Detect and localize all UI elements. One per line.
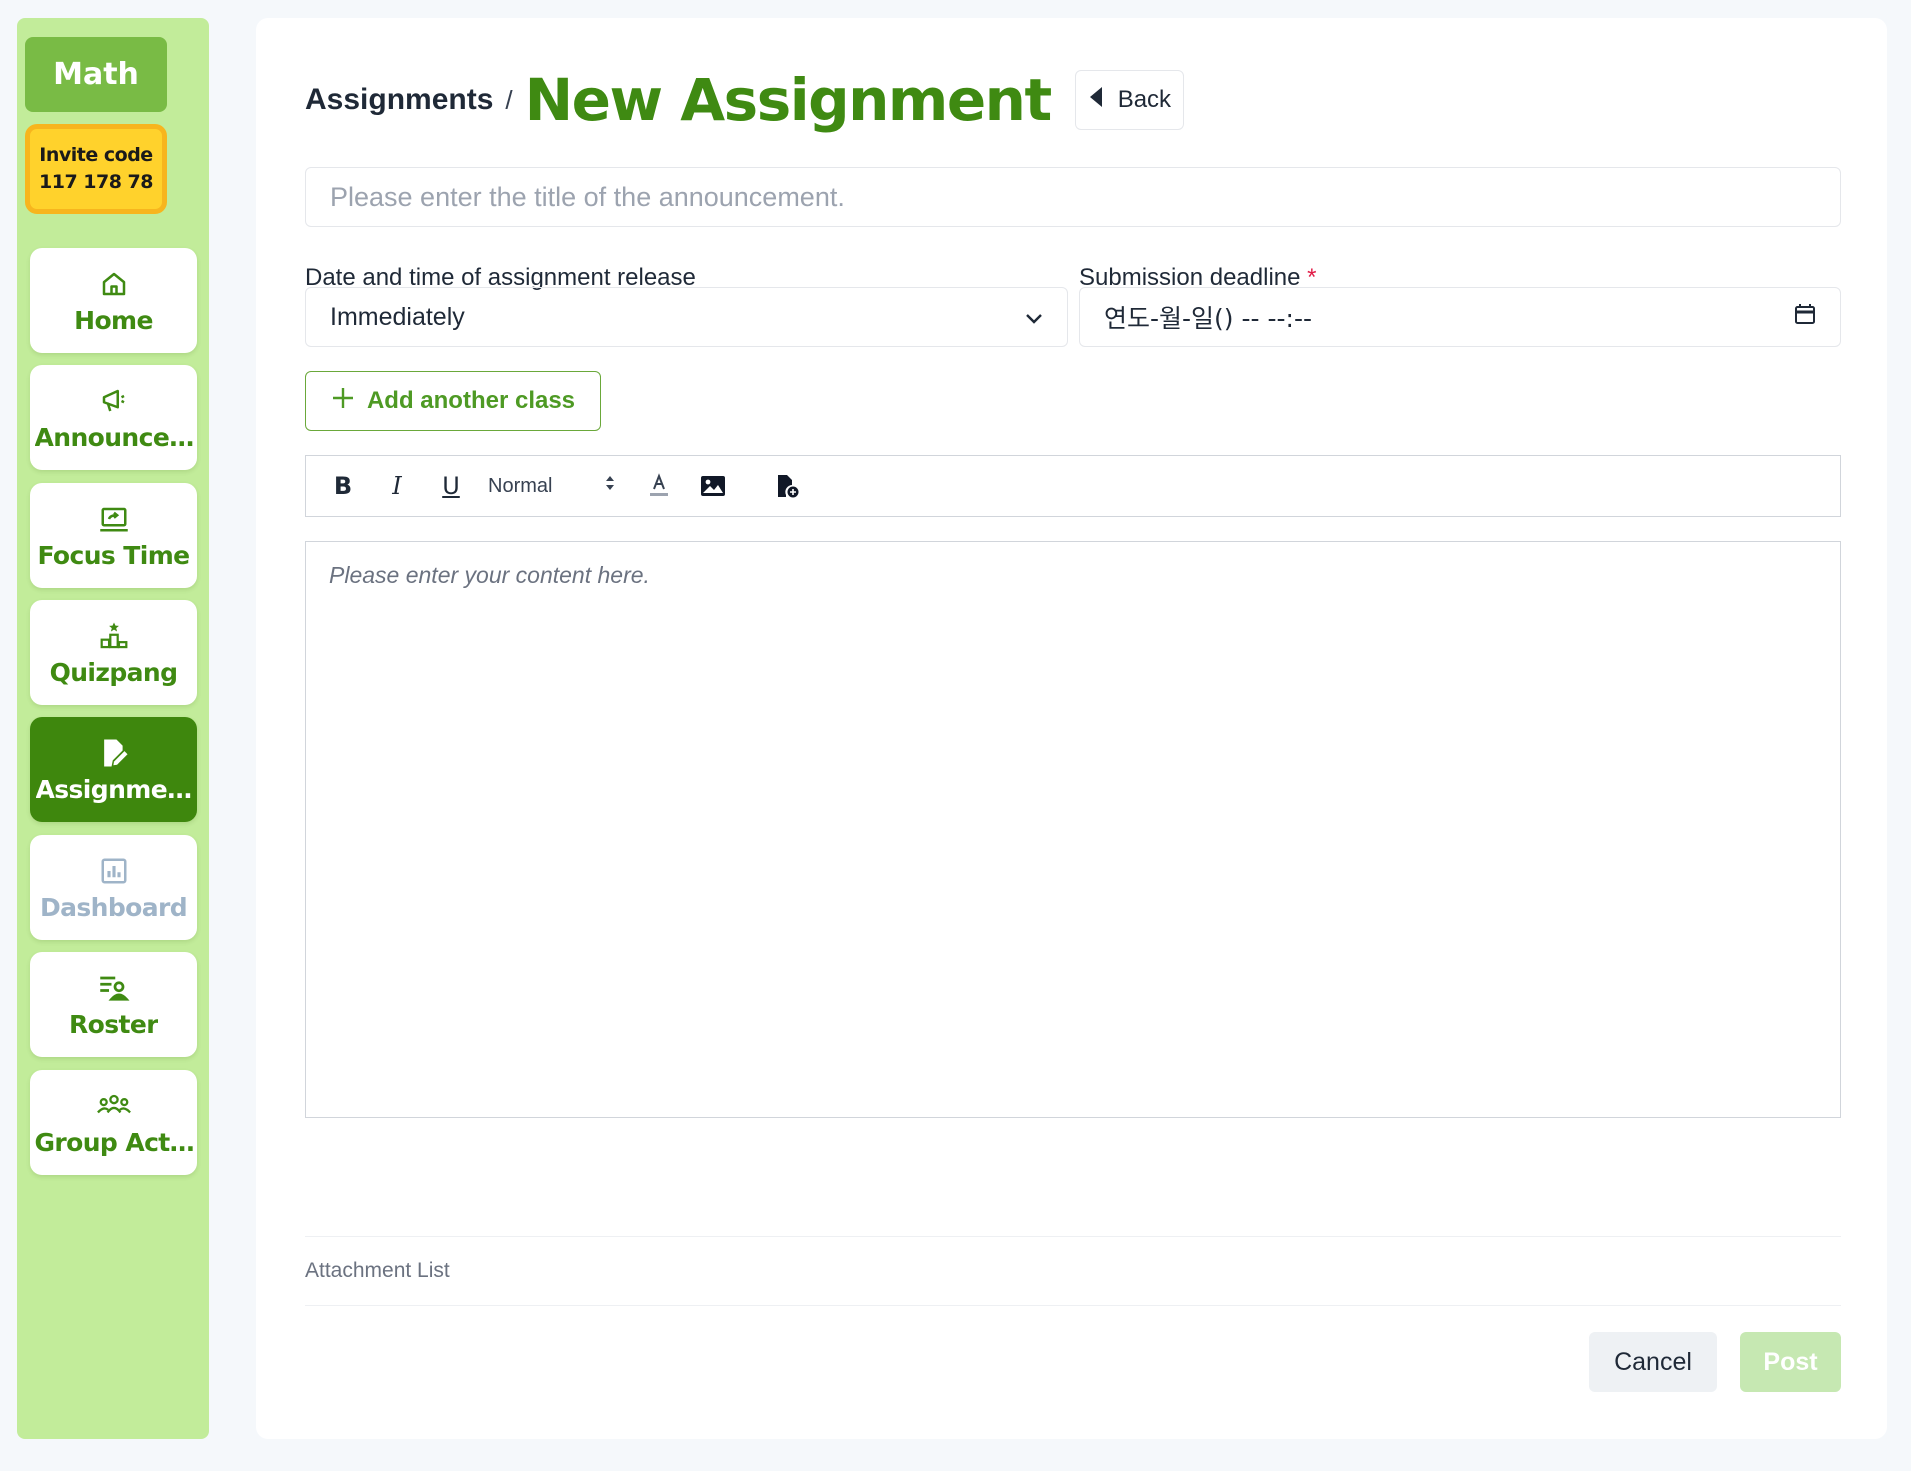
sidebar-item-label: Assignme… [35, 775, 192, 804]
add-another-class-button[interactable]: Add another class [305, 371, 601, 431]
invite-code-label: Invite code [39, 144, 153, 167]
sidebar-item-assignments[interactable]: Assignme… [30, 717, 197, 822]
class-name-badge[interactable]: Math [25, 37, 167, 112]
back-button[interactable]: Back [1074, 70, 1185, 130]
main-panel: Assignments / New Assignment Back Date a… [256, 18, 1887, 1439]
breadcrumb-assignments[interactable]: Assignments [305, 83, 493, 117]
title-input[interactable] [305, 167, 1841, 227]
home-icon [99, 266, 129, 302]
megaphone-icon [98, 383, 130, 419]
content-placeholder: Please enter your content here. [329, 562, 650, 588]
sidebar-item-label: Home [74, 306, 153, 335]
deadline-datetime-input[interactable]: 연도-월-일() -- --:-- [1079, 287, 1841, 347]
calendar-icon[interactable] [1794, 303, 1816, 332]
sidebar-item-dashboard[interactable]: Dashboard [30, 835, 197, 940]
bar-chart-icon [99, 853, 129, 889]
chevron-down-icon [1025, 303, 1043, 332]
up-down-arrows-icon [604, 474, 616, 498]
invite-code-value: 117 178 78 [39, 171, 154, 193]
text-format-value: Normal [488, 474, 553, 497]
image-icon[interactable] [696, 469, 730, 503]
add-another-class-label: Add another class [366, 387, 576, 414]
attachment-list: Attachment List [305, 1236, 1841, 1306]
sidebar-item-label: Roster [69, 1010, 158, 1039]
text-color-icon[interactable] [642, 469, 676, 503]
post-button[interactable]: Post [1740, 1332, 1841, 1392]
sidebar-item-quizpang[interactable]: Quizpang [30, 600, 197, 705]
bold-button[interactable]: B [326, 469, 360, 503]
podium-icon [97, 618, 131, 654]
page-title: New Assignment [524, 66, 1053, 134]
release-select-value: Immediately [330, 302, 465, 331]
sidebar-item-label: Focus Time [37, 541, 190, 570]
edit-file-icon [99, 735, 129, 771]
release-select[interactable]: Immediately [305, 287, 1068, 347]
sidebar-item-label: Quizpang [49, 658, 178, 687]
sidebar-item-home[interactable]: Home [30, 248, 197, 353]
invite-code-badge[interactable]: Invite code 117 178 78 [25, 124, 167, 214]
underline-button[interactable]: U [434, 469, 468, 503]
attachment-list-label: Attachment List [305, 1259, 450, 1282]
plus-icon [331, 386, 355, 417]
sidebar-item-roster[interactable]: Roster [30, 952, 197, 1057]
group-icon [96, 1088, 132, 1124]
italic-button[interactable]: I [380, 469, 414, 503]
attach-file-icon[interactable] [770, 469, 804, 503]
sidebar-item-focus-time[interactable]: Focus Time [30, 483, 197, 588]
page-header: Assignments / New Assignment Back [305, 60, 1185, 140]
cancel-button[interactable]: Cancel [1589, 1332, 1717, 1392]
roster-icon [97, 970, 131, 1006]
text-format-select[interactable]: Normal [488, 474, 616, 498]
back-button-label: Back [1117, 86, 1172, 113]
sidebar-item-label: Dashboard [39, 893, 188, 922]
sidebar-item-group-activity[interactable]: Group Act… [30, 1070, 197, 1175]
deadline-value: 연도-월-일() -- --:-- [1104, 304, 1312, 333]
sidebar-item-label: Group Act… [34, 1128, 193, 1157]
content-editor[interactable]: Please enter your content here. [305, 541, 1841, 1118]
editor-toolbar: B I U Normal [305, 455, 1841, 517]
monitor-icon [97, 501, 131, 537]
sidebar-item-announcements[interactable]: Announce… [30, 365, 197, 470]
breadcrumb-separator: / [505, 84, 513, 115]
sidebar-item-label: Announce… [34, 423, 193, 452]
caret-left-icon [1088, 86, 1104, 115]
